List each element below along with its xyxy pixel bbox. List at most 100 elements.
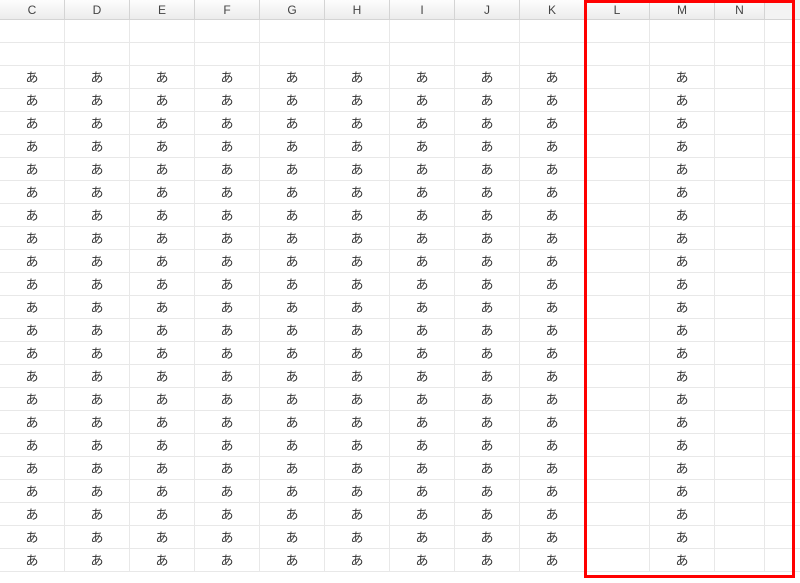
- cell-k[interactable]: あ: [520, 319, 585, 341]
- col-header-j[interactable]: J: [455, 0, 520, 19]
- cell-k[interactable]: あ: [520, 434, 585, 456]
- cell-k[interactable]: あ: [520, 342, 585, 364]
- cell-f[interactable]: あ: [195, 365, 260, 387]
- cell-d[interactable]: あ: [65, 181, 130, 203]
- cell-k[interactable]: あ: [520, 273, 585, 295]
- cell-g[interactable]: あ: [260, 457, 325, 479]
- cell-h[interactable]: [325, 43, 390, 65]
- cell-h[interactable]: あ: [325, 503, 390, 525]
- cell-m[interactable]: あ: [650, 434, 715, 456]
- cell-d[interactable]: あ: [65, 503, 130, 525]
- cell-h[interactable]: あ: [325, 411, 390, 433]
- cell-h[interactable]: あ: [325, 135, 390, 157]
- cell-d[interactable]: あ: [65, 204, 130, 226]
- cell-n[interactable]: [715, 181, 765, 203]
- cell-m[interactable]: あ: [650, 342, 715, 364]
- cell-d[interactable]: あ: [65, 526, 130, 548]
- cell-j[interactable]: あ: [455, 273, 520, 295]
- cell-i[interactable]: あ: [390, 526, 455, 548]
- cell-f[interactable]: あ: [195, 273, 260, 295]
- cell-l[interactable]: [585, 89, 650, 111]
- cell-g[interactable]: あ: [260, 549, 325, 571]
- cell-l[interactable]: [585, 434, 650, 456]
- cell-e[interactable]: あ: [130, 526, 195, 548]
- cell-f[interactable]: あ: [195, 526, 260, 548]
- cell-d[interactable]: あ: [65, 457, 130, 479]
- cell-f[interactable]: あ: [195, 227, 260, 249]
- cell-c[interactable]: あ: [0, 503, 65, 525]
- cell-f[interactable]: あ: [195, 457, 260, 479]
- cell-d[interactable]: あ: [65, 319, 130, 341]
- cell-k[interactable]: [520, 20, 585, 42]
- cell-i[interactable]: あ: [390, 434, 455, 456]
- cell-m[interactable]: あ: [650, 480, 715, 502]
- cell-j[interactable]: あ: [455, 181, 520, 203]
- cell-g[interactable]: あ: [260, 89, 325, 111]
- cell-l[interactable]: [585, 135, 650, 157]
- cell-f[interactable]: あ: [195, 89, 260, 111]
- cell-f[interactable]: あ: [195, 158, 260, 180]
- cell-l[interactable]: [585, 503, 650, 525]
- cell-i[interactable]: [390, 43, 455, 65]
- cell-j[interactable]: あ: [455, 66, 520, 88]
- cell-i[interactable]: [390, 20, 455, 42]
- cell-f[interactable]: あ: [195, 112, 260, 134]
- cell-m[interactable]: あ: [650, 457, 715, 479]
- cell-k[interactable]: あ: [520, 503, 585, 525]
- cell-d[interactable]: あ: [65, 480, 130, 502]
- cell-m[interactable]: あ: [650, 273, 715, 295]
- cell-n[interactable]: [715, 503, 765, 525]
- cell-e[interactable]: あ: [130, 503, 195, 525]
- cell-c[interactable]: あ: [0, 135, 65, 157]
- cell-i[interactable]: あ: [390, 457, 455, 479]
- cell-i[interactable]: あ: [390, 181, 455, 203]
- cell-e[interactable]: あ: [130, 411, 195, 433]
- cell-j[interactable]: あ: [455, 503, 520, 525]
- cell-n[interactable]: [715, 135, 765, 157]
- cell-n[interactable]: [715, 296, 765, 318]
- cell-l[interactable]: [585, 480, 650, 502]
- cell-k[interactable]: あ: [520, 411, 585, 433]
- cell-f[interactable]: [195, 43, 260, 65]
- cell-n[interactable]: [715, 89, 765, 111]
- cell-j[interactable]: あ: [455, 89, 520, 111]
- cell-c[interactable]: あ: [0, 434, 65, 456]
- cell-g[interactable]: あ: [260, 434, 325, 456]
- cell-g[interactable]: あ: [260, 296, 325, 318]
- cell-l[interactable]: [585, 158, 650, 180]
- cell-j[interactable]: あ: [455, 112, 520, 134]
- cell-d[interactable]: あ: [65, 365, 130, 387]
- cell-m[interactable]: [650, 20, 715, 42]
- cell-j[interactable]: あ: [455, 227, 520, 249]
- cell-g[interactable]: あ: [260, 135, 325, 157]
- cell-h[interactable]: あ: [325, 112, 390, 134]
- cell-k[interactable]: あ: [520, 158, 585, 180]
- cell-g[interactable]: あ: [260, 388, 325, 410]
- cell-h[interactable]: あ: [325, 66, 390, 88]
- cell-j[interactable]: あ: [455, 388, 520, 410]
- cell-h[interactable]: あ: [325, 158, 390, 180]
- cell-i[interactable]: あ: [390, 135, 455, 157]
- cell-f[interactable]: [195, 20, 260, 42]
- cell-n[interactable]: [715, 549, 765, 571]
- cell-g[interactable]: [260, 20, 325, 42]
- cell-l[interactable]: [585, 273, 650, 295]
- cell-g[interactable]: あ: [260, 319, 325, 341]
- cell-n[interactable]: [715, 480, 765, 502]
- cell-c[interactable]: あ: [0, 158, 65, 180]
- cell-k[interactable]: あ: [520, 181, 585, 203]
- cell-l[interactable]: [585, 388, 650, 410]
- cell-h[interactable]: あ: [325, 388, 390, 410]
- cell-c[interactable]: [0, 20, 65, 42]
- cell-e[interactable]: [130, 43, 195, 65]
- cell-j[interactable]: あ: [455, 526, 520, 548]
- cell-f[interactable]: あ: [195, 181, 260, 203]
- cell-l[interactable]: [585, 66, 650, 88]
- col-header-h[interactable]: H: [325, 0, 390, 19]
- cell-j[interactable]: あ: [455, 480, 520, 502]
- cell-h[interactable]: あ: [325, 89, 390, 111]
- cell-i[interactable]: あ: [390, 204, 455, 226]
- cell-j[interactable]: あ: [455, 549, 520, 571]
- cell-e[interactable]: あ: [130, 388, 195, 410]
- cell-c[interactable]: あ: [0, 89, 65, 111]
